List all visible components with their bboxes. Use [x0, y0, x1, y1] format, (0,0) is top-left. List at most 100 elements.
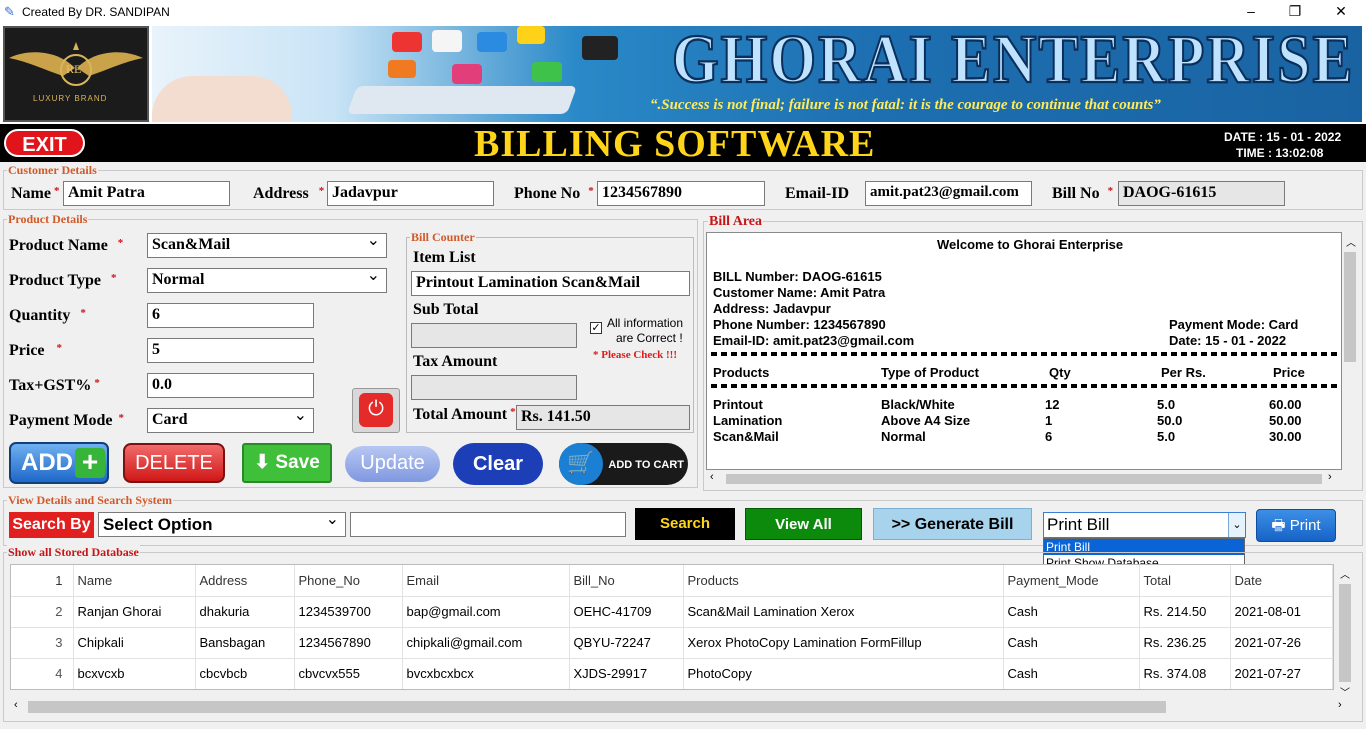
- cell-products[interactable]: Scan&Mail Lamination Xerox: [683, 596, 1004, 628]
- table-header-cell[interactable]: Name: [73, 565, 196, 597]
- exit-button[interactable]: EXIT: [4, 129, 85, 157]
- name-label: Name *: [11, 185, 60, 202]
- save-button-label: Save: [275, 452, 320, 473]
- customer-email-field[interactable]: amit.pat23@gmail.com: [865, 181, 1032, 206]
- cell-products[interactable]: Xerox PhotoCopy Lamination FormFillup: [683, 627, 1004, 659]
- table-header-cell[interactable]: Total: [1139, 565, 1231, 597]
- tax-label-text: Tax+GST%: [9, 377, 92, 394]
- cell-email[interactable]: bap@gmail.com: [402, 596, 570, 628]
- customer-name-field[interactable]: Amit Patra: [63, 181, 230, 206]
- table-header-cell[interactable]: Bill_No: [569, 565, 684, 597]
- close-button[interactable]: ✕: [1318, 0, 1364, 24]
- cell-name[interactable]: Ranjan Ghorai: [73, 596, 196, 628]
- brand-logo: RE LUXURY BRAND: [3, 26, 149, 122]
- product-type-select[interactable]: Normal: [147, 268, 387, 293]
- cart-icon: 🛒: [559, 443, 603, 485]
- date-display: DATE : 15 - 01 - 2022: [1224, 130, 1342, 144]
- bill-vertical-scrollbar[interactable]: ︿: [1342, 232, 1358, 470]
- cell-name[interactable]: Chipkali: [73, 627, 196, 659]
- quantity-field[interactable]: 6: [147, 303, 314, 328]
- save-button[interactable]: ⬇ Save: [242, 443, 332, 483]
- cell-bill-no[interactable]: XJDS-29917: [569, 658, 684, 689]
- cell-phone[interactable]: 1234567890: [294, 627, 403, 659]
- cell-payment-mode[interactable]: Cash: [1003, 627, 1140, 659]
- cell-name[interactable]: bcxvcxb: [73, 658, 196, 689]
- scroll-up-icon[interactable]: ︿: [1340, 566, 1350, 581]
- product-name-select[interactable]: Scan&Mail: [147, 233, 387, 258]
- customer-phone-field[interactable]: 1234567890: [597, 181, 765, 206]
- scroll-up-icon[interactable]: ︿: [1346, 234, 1356, 249]
- payment-mode-select[interactable]: Card: [147, 408, 314, 433]
- scroll-right-icon[interactable]: ›: [1328, 471, 1332, 483]
- cell-date[interactable]: 2021-07-27: [1230, 658, 1333, 689]
- scroll-right-icon[interactable]: ›: [1338, 699, 1342, 711]
- cell-address[interactable]: Bansbagan: [195, 627, 295, 659]
- delete-button[interactable]: DELETE: [123, 443, 225, 483]
- database-vertical-scrollbar[interactable]: ︿ ﹀: [1336, 564, 1354, 700]
- item-list-label: Item List: [413, 249, 476, 266]
- cell-total[interactable]: Rs. 374.08: [1139, 658, 1231, 689]
- cell-payment-mode[interactable]: Cash: [1003, 658, 1140, 689]
- search-button[interactable]: Search: [635, 508, 735, 540]
- cell-email[interactable]: bvcxbcxbcx: [402, 658, 570, 689]
- scroll-down-icon[interactable]: ﹀: [1340, 684, 1350, 699]
- cell-bill-no[interactable]: OEHC-41709: [569, 596, 684, 628]
- chevron-down-icon[interactable]: ⌄: [1228, 513, 1245, 537]
- restore-button[interactable]: ❐: [1272, 0, 1318, 24]
- table-header-cell[interactable]: Products: [683, 565, 1004, 597]
- tax-field[interactable]: 0.0: [147, 373, 314, 398]
- cell-address[interactable]: cbcvbcb: [195, 658, 295, 689]
- cell-phone[interactable]: 1234539700: [294, 596, 403, 628]
- app-icon-tile: [517, 26, 545, 44]
- table-row[interactable]: 3 Chipkali Bansbagan 1234567890 chipkali…: [11, 627, 1333, 659]
- email-label: Email-ID: [785, 185, 849, 202]
- table-row[interactable]: 4 bcxvcxb cbcvbcb cbvcvx555 bvcxbcxbcx X…: [11, 658, 1333, 689]
- generate-bill-button[interactable]: >> Generate Bill: [873, 508, 1032, 540]
- table-header-cell[interactable]: Phone_No: [294, 565, 403, 597]
- scroll-thumb[interactable]: [1339, 584, 1351, 682]
- cell-date[interactable]: 2021-07-26: [1230, 627, 1333, 659]
- customer-address-field[interactable]: Jadavpur: [327, 181, 494, 206]
- table-row[interactable]: 2 Ranjan Ghorai dhakuria 1234539700 bap@…: [11, 596, 1333, 628]
- view-all-button[interactable]: View All: [745, 508, 862, 540]
- update-button[interactable]: Update: [345, 446, 440, 482]
- database-table[interactable]: 1 Name Address Phone_No Email Bill_No Pr…: [10, 564, 1334, 690]
- add-to-cart-button[interactable]: 🛒 ADD TO CART: [559, 443, 688, 485]
- bill-customer: Customer Name: Amit Patra: [713, 285, 886, 300]
- search-input[interactable]: [350, 512, 626, 537]
- print-type-select[interactable]: Print Bill ⌄: [1043, 512, 1246, 538]
- cell-address[interactable]: dhakuria: [195, 596, 295, 628]
- table-header-cell[interactable]: Email: [402, 565, 570, 597]
- reset-button[interactable]: ⏻: [352, 388, 400, 433]
- cell-phone[interactable]: cbvcvx555: [294, 658, 403, 689]
- scroll-thumb[interactable]: [28, 701, 1166, 713]
- cell-date[interactable]: 2021-08-01: [1230, 596, 1333, 628]
- database-horizontal-scrollbar[interactable]: ‹ ›: [10, 698, 1354, 716]
- add-button[interactable]: ADD +: [9, 442, 109, 484]
- cell-total[interactable]: Rs. 214.50: [1139, 596, 1231, 628]
- cell-total[interactable]: Rs. 236.25: [1139, 627, 1231, 659]
- table-header-cell[interactable]: Payment_Mode: [1003, 565, 1140, 597]
- scroll-thumb[interactable]: [726, 474, 1322, 484]
- cell-products[interactable]: PhotoCopy: [683, 658, 1004, 689]
- bill-divider: [711, 352, 1337, 356]
- minimize-button[interactable]: –: [1228, 0, 1274, 24]
- scroll-left-icon[interactable]: ‹: [14, 699, 18, 711]
- print-button[interactable]: 🖶 Print: [1256, 509, 1336, 542]
- address-label: Address *: [253, 185, 325, 202]
- cell-bill-no[interactable]: QBYU-72247: [569, 627, 684, 659]
- scroll-thumb[interactable]: [1344, 252, 1356, 362]
- table-header-cell[interactable]: Address: [195, 565, 295, 597]
- table-header-cell[interactable]: Date: [1230, 565, 1333, 597]
- confirm-checkbox[interactable]: ✓: [590, 322, 602, 334]
- bill-number: BILL Number: DAOG-61615: [713, 269, 882, 284]
- cell-email[interactable]: chipkali@gmail.com: [402, 627, 570, 659]
- bill-horizontal-scrollbar[interactable]: ‹ ›: [706, 470, 1342, 488]
- scroll-left-icon[interactable]: ‹: [710, 471, 714, 483]
- bill-row-per: 5.0: [1157, 429, 1176, 444]
- search-option-select[interactable]: Select Option: [98, 512, 346, 537]
- bill-text-area[interactable]: Welcome to Ghorai Enterprise BILL Number…: [706, 232, 1342, 470]
- clear-button[interactable]: Clear: [453, 443, 543, 485]
- price-field[interactable]: 5: [147, 338, 314, 363]
- cell-payment-mode[interactable]: Cash: [1003, 596, 1140, 628]
